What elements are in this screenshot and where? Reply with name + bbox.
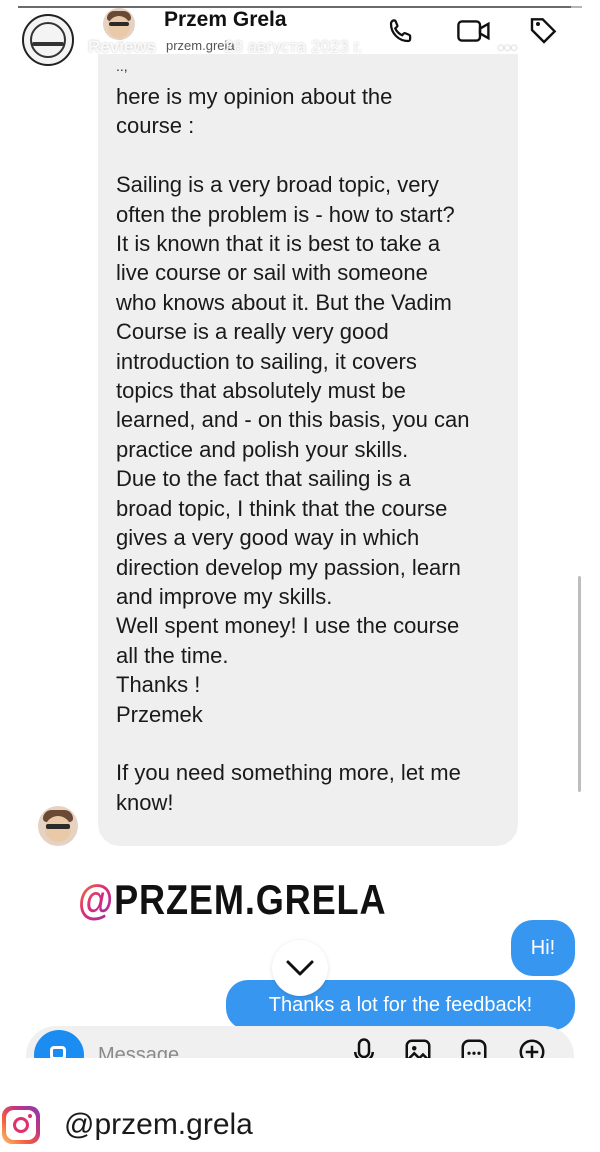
story-progress-fill	[18, 6, 571, 8]
story-frame: Przem Grela przem.grela Reviews 28 авгус…	[0, 0, 600, 1058]
outgoing-message-bubble: Hi!	[511, 920, 575, 976]
camera-icon	[50, 1046, 66, 1058]
contact-avatar[interactable]	[103, 8, 135, 40]
scroll-down-button[interactable]	[272, 940, 328, 996]
contact-name[interactable]: Przem Grela	[164, 8, 287, 32]
story-progress-bar	[18, 6, 582, 8]
video-icon[interactable]	[454, 14, 494, 48]
contact-avatar-small[interactable]	[38, 806, 78, 846]
outgoing-message-text: Hi!	[530, 936, 556, 959]
plus-icon[interactable]	[514, 1036, 550, 1058]
message-input[interactable]: Message	[98, 1044, 179, 1058]
gallery-icon[interactable]	[400, 1036, 436, 1058]
mention-sticker[interactable]: @PRZEM.GRELA	[78, 876, 386, 924]
incoming-message-text: here is my opinion about the course : Sa…	[116, 84, 470, 815]
mention-name: PRZEM.GRELA	[114, 876, 387, 923]
outgoing-message-text: Thanks a lot for the feedback!	[268, 993, 533, 1016]
instagram-icon	[2, 1106, 40, 1144]
close-icon[interactable]	[548, 28, 588, 68]
phone-icon[interactable]	[384, 14, 418, 48]
footer-handle[interactable]: @przem.grela	[64, 1108, 253, 1142]
sticker-icon[interactable]	[456, 1036, 492, 1058]
outgoing-message-bubble: Thanks a lot for the feedback!	[226, 980, 575, 1030]
truncated-indicator: ..,	[116, 58, 128, 74]
microphone-icon[interactable]	[348, 1036, 380, 1058]
scrollbar[interactable]	[578, 576, 581, 792]
story-avatar-icon[interactable]	[22, 14, 74, 66]
mention-at-symbol: @	[78, 876, 115, 923]
chevron-down-icon	[286, 960, 314, 976]
